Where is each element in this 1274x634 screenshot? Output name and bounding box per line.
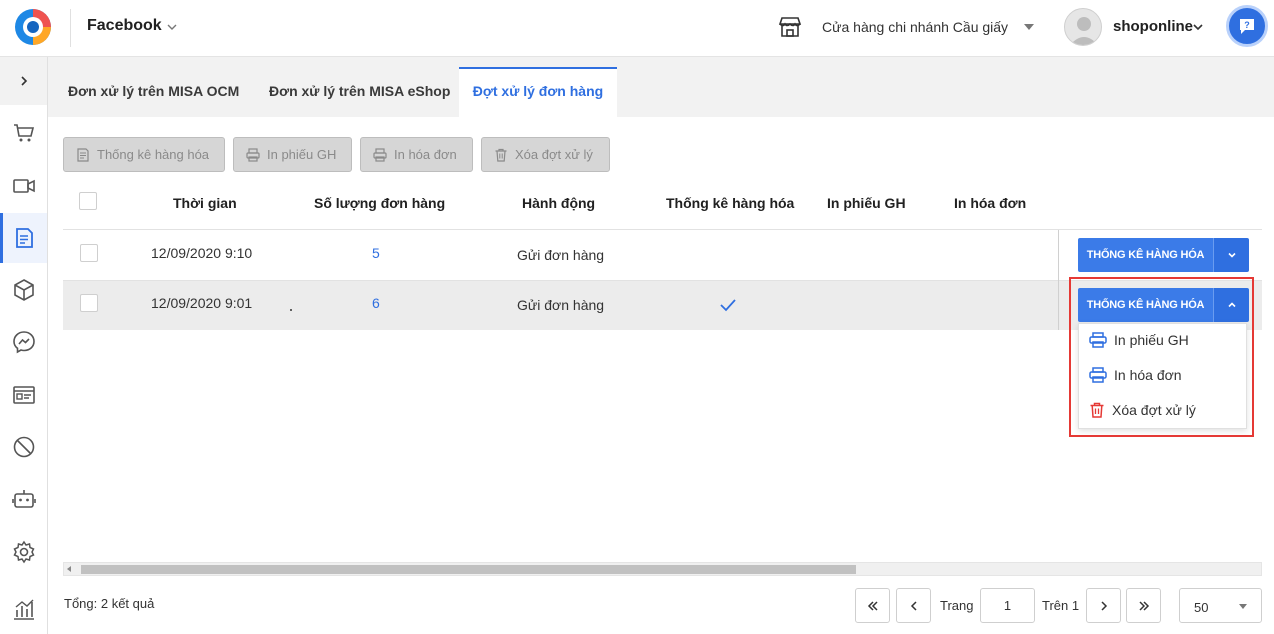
dropdown-toggle-button[interactable] bbox=[1213, 238, 1249, 272]
last-page-button[interactable] bbox=[1126, 588, 1161, 623]
tab-eshop-orders[interactable]: Đơn xử lý trên MISA eShop bbox=[269, 67, 450, 117]
column-header-print-invoice[interactable]: In hóa đơn bbox=[954, 195, 1026, 211]
stats-button[interactable]: Thống kê hàng hóa bbox=[63, 137, 225, 172]
stats-action-button[interactable]: THỐNG KÊ HÀNG HÓA bbox=[1078, 238, 1213, 272]
channel-selector[interactable]: Facebook bbox=[87, 17, 162, 35]
column-header-stats[interactable]: Thống kê hàng hóa bbox=[666, 195, 794, 211]
page-total-label: Trên 1 bbox=[1042, 598, 1080, 613]
print-invoice-label: In hóa đơn bbox=[394, 147, 457, 162]
delete-batch-label: Xóa đợt xử lý bbox=[515, 147, 593, 162]
row-time: 12/09/2020 9:10 bbox=[151, 245, 253, 261]
top-header: Facebook Cửa hàng chi nhánh Cầu giấy sho… bbox=[0, 0, 1274, 57]
printer-icon bbox=[373, 147, 387, 162]
box-icon bbox=[13, 279, 34, 301]
page-size-select[interactable]: 50 bbox=[1179, 588, 1262, 623]
printer-icon bbox=[246, 147, 260, 162]
row-action: Gửi đơn hàng bbox=[517, 247, 605, 263]
sidebar-item-messenger[interactable] bbox=[0, 317, 47, 367]
row-order-count-link[interactable]: 5 bbox=[372, 245, 380, 261]
store-icon bbox=[778, 17, 802, 37]
header-divider-line bbox=[63, 229, 1262, 230]
delete-batch-button[interactable]: Xóa đợt xử lý bbox=[481, 137, 610, 172]
sidebar-item-settings[interactable] bbox=[0, 527, 47, 577]
chevron-down-icon[interactable] bbox=[1191, 20, 1205, 34]
tab-ocm-orders[interactable]: Đơn xử lý trên MISA OCM bbox=[68, 67, 239, 117]
document-list-icon bbox=[15, 228, 33, 248]
previous-page-button[interactable] bbox=[896, 588, 931, 623]
column-header-print-delivery[interactable]: In phiếu GH bbox=[827, 195, 906, 211]
caret-down-icon[interactable] bbox=[1239, 604, 1247, 609]
column-header-time[interactable]: Thời gian bbox=[173, 195, 237, 211]
stats-button-label: Thống kê hàng hóa bbox=[97, 147, 210, 162]
sidebar-item-blocked[interactable] bbox=[0, 422, 47, 472]
chevron-down-icon[interactable] bbox=[165, 20, 179, 34]
next-page-button[interactable] bbox=[1086, 588, 1121, 623]
column-header-order-count[interactable]: Số lượng đơn hàng bbox=[314, 195, 445, 211]
first-page-button[interactable] bbox=[855, 588, 890, 623]
highlight-box bbox=[1069, 277, 1254, 437]
chevron-right-icon bbox=[20, 76, 27, 86]
chevron-down-icon bbox=[1227, 252, 1236, 258]
sidebar-item-bot[interactable] bbox=[0, 474, 47, 524]
sidebar-item-video[interactable] bbox=[0, 161, 47, 211]
video-camera-icon bbox=[12, 179, 35, 193]
trash-icon bbox=[495, 148, 507, 162]
gear-icon bbox=[12, 540, 35, 564]
tab-processing-batches[interactable]: Đợt xử lý đơn hàng bbox=[459, 67, 617, 117]
app-logo-icon[interactable] bbox=[12, 6, 54, 48]
document-icon bbox=[77, 147, 89, 162]
column-header-action[interactable]: Hành động bbox=[522, 195, 595, 211]
select-all-checkbox[interactable] bbox=[79, 192, 97, 210]
tab-bar: Đơn xử lý trên MISA OCM Đơn xử lý trên M… bbox=[48, 57, 1274, 117]
avatar[interactable] bbox=[1064, 8, 1102, 46]
left-sidebar bbox=[0, 57, 48, 634]
print-invoice-button[interactable]: In hóa đơn bbox=[360, 137, 473, 172]
fixed-column-divider bbox=[1058, 230, 1059, 330]
row-action: Gửi đơn hàng bbox=[517, 297, 605, 313]
chat-bubble-icon: ? bbox=[1240, 19, 1254, 34]
horizontal-scrollbar[interactable] bbox=[63, 562, 1262, 576]
header-divider bbox=[70, 9, 71, 47]
sidebar-item-products[interactable] bbox=[0, 265, 47, 315]
cart-icon bbox=[13, 124, 34, 142]
caret-down-icon[interactable] bbox=[1024, 24, 1034, 30]
svg-text:?: ? bbox=[1244, 20, 1250, 30]
row-checkbox[interactable] bbox=[80, 294, 98, 312]
block-icon bbox=[13, 436, 34, 458]
messenger-icon bbox=[12, 331, 35, 354]
sidebar-item-reports[interactable] bbox=[0, 584, 47, 634]
double-chevron-left-icon bbox=[867, 600, 878, 611]
row-checkbox[interactable] bbox=[80, 244, 98, 262]
sidebar-expand-button[interactable] bbox=[0, 57, 47, 105]
username[interactable]: shoponline bbox=[1113, 18, 1193, 35]
chevron-right-icon bbox=[1100, 600, 1107, 611]
sidebar-item-orders[interactable] bbox=[0, 213, 47, 263]
checkmark-icon bbox=[720, 299, 736, 312]
chart-icon bbox=[13, 599, 34, 620]
print-delivery-button[interactable]: In phiếu GH bbox=[233, 137, 352, 172]
print-delivery-label: In phiếu GH bbox=[267, 147, 337, 162]
scroll-left-arrow-icon[interactable] bbox=[67, 566, 71, 572]
page-label: Trang bbox=[940, 598, 974, 613]
double-chevron-right-icon bbox=[1138, 600, 1149, 611]
robot-icon bbox=[11, 490, 36, 508]
store-selector[interactable]: Cửa hàng chi nhánh Cầu giấy bbox=[822, 19, 1008, 35]
page-number-input[interactable]: 1 bbox=[980, 588, 1035, 623]
sidebar-item-cart[interactable] bbox=[0, 108, 47, 158]
mouse-cursor-dot bbox=[290, 309, 292, 311]
stats-split-button: THỐNG KÊ HÀNG HÓA bbox=[1078, 238, 1249, 272]
scrollbar-thumb[interactable] bbox=[81, 565, 856, 574]
id-card-icon bbox=[12, 386, 35, 404]
row-time: 12/09/2020 9:01 bbox=[151, 295, 253, 311]
sidebar-item-customers[interactable] bbox=[0, 370, 47, 420]
row-order-count-link[interactable]: 6 bbox=[372, 295, 380, 311]
total-results: Tổng: 2 kết quả bbox=[64, 596, 155, 611]
chevron-left-icon bbox=[910, 600, 917, 611]
support-chat-button[interactable]: ? bbox=[1226, 5, 1268, 47]
